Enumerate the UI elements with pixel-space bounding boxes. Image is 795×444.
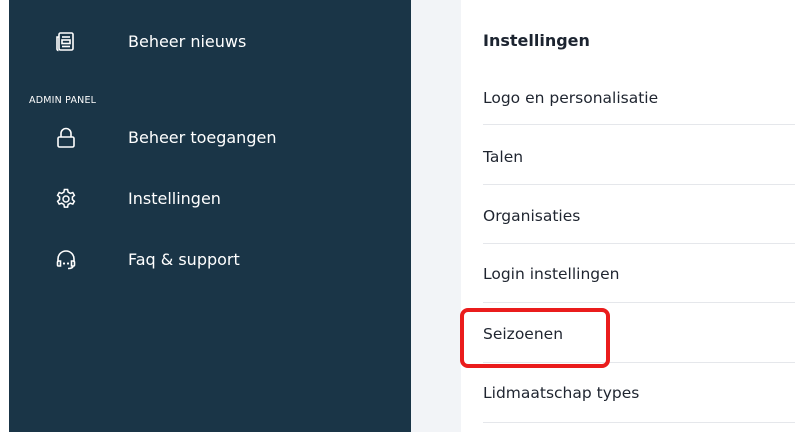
- menu-item-logo-en-personalisatie[interactable]: Logo en personalisatie: [483, 89, 795, 149]
- menu-item-talen[interactable]: Talen: [483, 148, 795, 208]
- sidebar-item-label: Beheer nieuws: [128, 32, 247, 51]
- menu-item-label: Logo en personalisatie: [483, 89, 659, 107]
- divider: [483, 302, 795, 303]
- menu-item-login-instellingen[interactable]: Login instellingen: [483, 265, 795, 325]
- sidebar-item-label: Beheer toegangen: [128, 128, 277, 147]
- gear-icon: [55, 187, 77, 211]
- menu-item-lidmaatschap-types[interactable]: Lidmaatschap types: [483, 384, 795, 444]
- section-label-admin-panel: ADMIN PANEL: [29, 95, 97, 106]
- divider: [483, 184, 795, 185]
- menu-item-label: Seizoenen: [483, 325, 564, 343]
- divider: [483, 243, 795, 244]
- menu-item-label: Talen: [483, 148, 524, 166]
- divider: [483, 124, 795, 125]
- newspaper-icon: [55, 30, 77, 54]
- left-margin: [0, 0, 9, 432]
- settings-panel: Instellingen Logo en personalisatie Tale…: [461, 0, 795, 432]
- sidebar-item-faq-support[interactable]: Faq & support: [9, 240, 411, 280]
- menu-item-label: Lidmaatschap types: [483, 384, 640, 402]
- divider: [483, 362, 795, 363]
- menu-item-label: Login instellingen: [483, 265, 620, 283]
- sidebar-item-label: Faq & support: [128, 250, 240, 269]
- lock-icon: [55, 126, 77, 150]
- panel-title: Instellingen: [483, 31, 590, 50]
- sidebar: Beheer nieuws ADMIN PANEL Beheer toegang…: [9, 0, 411, 432]
- content-background: [411, 0, 461, 432]
- sidebar-item-beheer-nieuws[interactable]: Beheer nieuws: [9, 22, 411, 62]
- sidebar-item-label: Instellingen: [128, 189, 221, 208]
- menu-item-label: Organisaties: [483, 207, 581, 225]
- divider: [483, 422, 795, 423]
- headset-icon: [55, 248, 77, 272]
- sidebar-item-instellingen[interactable]: Instellingen: [9, 179, 411, 219]
- menu-item-organisaties[interactable]: Organisaties: [483, 207, 795, 267]
- menu-item-seizoenen[interactable]: Seizoenen: [483, 325, 795, 385]
- sidebar-item-beheer-toegangen[interactable]: Beheer toegangen: [9, 118, 411, 158]
